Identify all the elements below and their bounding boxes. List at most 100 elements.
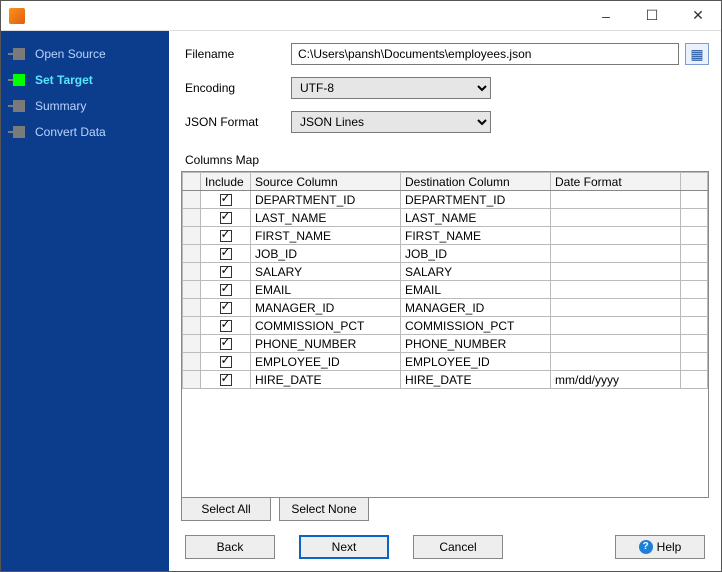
cell-include[interactable] (201, 299, 251, 317)
cell-include[interactable] (201, 371, 251, 389)
wizard-step-set-target[interactable]: Set Target (1, 67, 169, 93)
cell-destination[interactable]: FIRST_NAME (401, 227, 551, 245)
header-destination[interactable]: Destination Column (401, 173, 551, 191)
select-none-button[interactable]: Select None (279, 497, 369, 521)
cell-destination[interactable]: COMMISSION_PCT (401, 317, 551, 335)
include-checkbox[interactable] (220, 320, 232, 332)
cell-date-format[interactable] (551, 263, 681, 281)
cell-destination[interactable]: DEPARTMENT_ID (401, 191, 551, 209)
cell-date-format[interactable]: mm/dd/yyyy (551, 371, 681, 389)
include-checkbox[interactable] (220, 248, 232, 260)
columns-map-grid[interactable]: Include Source Column Destination Column… (181, 171, 709, 498)
table-row[interactable]: EMAILEMAIL (183, 281, 708, 299)
cell-source[interactable]: DEPARTMENT_ID (251, 191, 401, 209)
select-all-button[interactable]: Select All (181, 497, 271, 521)
cell-include[interactable] (201, 281, 251, 299)
include-checkbox[interactable] (220, 230, 232, 242)
cell-date-format[interactable] (551, 353, 681, 371)
row-header[interactable] (183, 191, 201, 209)
table-row[interactable]: COMMISSION_PCTCOMMISSION_PCT (183, 317, 708, 335)
cell-destination[interactable]: EMPLOYEE_ID (401, 353, 551, 371)
cell-source[interactable]: PHONE_NUMBER (251, 335, 401, 353)
wizard-step-summary[interactable]: Summary (1, 93, 169, 119)
cell-source[interactable]: COMMISSION_PCT (251, 317, 401, 335)
row-header[interactable] (183, 263, 201, 281)
table-row[interactable]: SALARYSALARY (183, 263, 708, 281)
cell-date-format[interactable] (551, 191, 681, 209)
table-row[interactable]: DEPARTMENT_IDDEPARTMENT_ID (183, 191, 708, 209)
include-checkbox[interactable] (220, 194, 232, 206)
wizard-step-open-source[interactable]: Open Source (1, 41, 169, 67)
include-checkbox[interactable] (220, 338, 232, 350)
minimize-button[interactable]: – (583, 1, 629, 31)
encoding-select[interactable]: UTF-8 (291, 77, 491, 99)
table-row[interactable]: HIRE_DATEHIRE_DATEmm/dd/yyyy (183, 371, 708, 389)
table-row[interactable]: MANAGER_IDMANAGER_ID (183, 299, 708, 317)
include-checkbox[interactable] (220, 356, 232, 368)
row-header[interactable] (183, 281, 201, 299)
table-row[interactable]: FIRST_NAMEFIRST_NAME (183, 227, 708, 245)
cell-date-format[interactable] (551, 209, 681, 227)
cell-source[interactable]: EMPLOYEE_ID (251, 353, 401, 371)
row-header[interactable] (183, 371, 201, 389)
maximize-button[interactable]: ☐ (629, 1, 675, 31)
cell-include[interactable] (201, 263, 251, 281)
wizard-step-convert-data[interactable]: Convert Data (1, 119, 169, 145)
cell-source[interactable]: EMAIL (251, 281, 401, 299)
row-header[interactable] (183, 317, 201, 335)
cell-date-format[interactable] (551, 227, 681, 245)
cell-destination[interactable]: JOB_ID (401, 245, 551, 263)
cell-include[interactable] (201, 335, 251, 353)
cell-include[interactable] (201, 245, 251, 263)
header-source[interactable]: Source Column (251, 173, 401, 191)
cell-include[interactable] (201, 317, 251, 335)
cell-source[interactable]: HIRE_DATE (251, 371, 401, 389)
include-checkbox[interactable] (220, 212, 232, 224)
table-row[interactable]: LAST_NAMELAST_NAME (183, 209, 708, 227)
cell-include[interactable] (201, 191, 251, 209)
browse-button[interactable]: ▦ (685, 43, 709, 65)
cell-source[interactable]: MANAGER_ID (251, 299, 401, 317)
cell-include[interactable] (201, 353, 251, 371)
include-checkbox[interactable] (220, 374, 232, 386)
cell-destination[interactable]: MANAGER_ID (401, 299, 551, 317)
row-header[interactable] (183, 209, 201, 227)
cancel-button[interactable]: Cancel (413, 535, 503, 559)
cell-source[interactable]: JOB_ID (251, 245, 401, 263)
row-header[interactable] (183, 353, 201, 371)
include-checkbox[interactable] (220, 284, 232, 296)
cell-date-format[interactable] (551, 245, 681, 263)
table-row[interactable]: JOB_IDJOB_ID (183, 245, 708, 263)
header-date-format[interactable]: Date Format (551, 173, 681, 191)
table-row[interactable]: PHONE_NUMBERPHONE_NUMBER (183, 335, 708, 353)
cell-destination[interactable]: HIRE_DATE (401, 371, 551, 389)
cell-date-format[interactable] (551, 335, 681, 353)
include-checkbox[interactable] (220, 266, 232, 278)
row-header[interactable] (183, 335, 201, 353)
close-button[interactable]: ✕ (675, 1, 721, 31)
header-include[interactable]: Include (201, 173, 251, 191)
json-format-select[interactable]: JSON Lines (291, 111, 491, 133)
table-row[interactable]: EMPLOYEE_IDEMPLOYEE_ID (183, 353, 708, 371)
cell-source[interactable]: SALARY (251, 263, 401, 281)
next-button[interactable]: Next (299, 535, 389, 559)
cell-destination[interactable]: SALARY (401, 263, 551, 281)
filename-input[interactable] (291, 43, 679, 65)
row-header[interactable] (183, 227, 201, 245)
cell-destination[interactable]: PHONE_NUMBER (401, 335, 551, 353)
row-header[interactable] (183, 299, 201, 317)
cell-destination[interactable]: LAST_NAME (401, 209, 551, 227)
cell-source[interactable]: FIRST_NAME (251, 227, 401, 245)
cell-date-format[interactable] (551, 317, 681, 335)
cell-include[interactable] (201, 209, 251, 227)
encoding-label: Encoding (181, 81, 291, 95)
cell-date-format[interactable] (551, 299, 681, 317)
back-button[interactable]: Back (185, 535, 275, 559)
row-header[interactable] (183, 245, 201, 263)
help-button[interactable]: ? Help (615, 535, 705, 559)
cell-date-format[interactable] (551, 281, 681, 299)
cell-source[interactable]: LAST_NAME (251, 209, 401, 227)
include-checkbox[interactable] (220, 302, 232, 314)
cell-include[interactable] (201, 227, 251, 245)
cell-destination[interactable]: EMAIL (401, 281, 551, 299)
